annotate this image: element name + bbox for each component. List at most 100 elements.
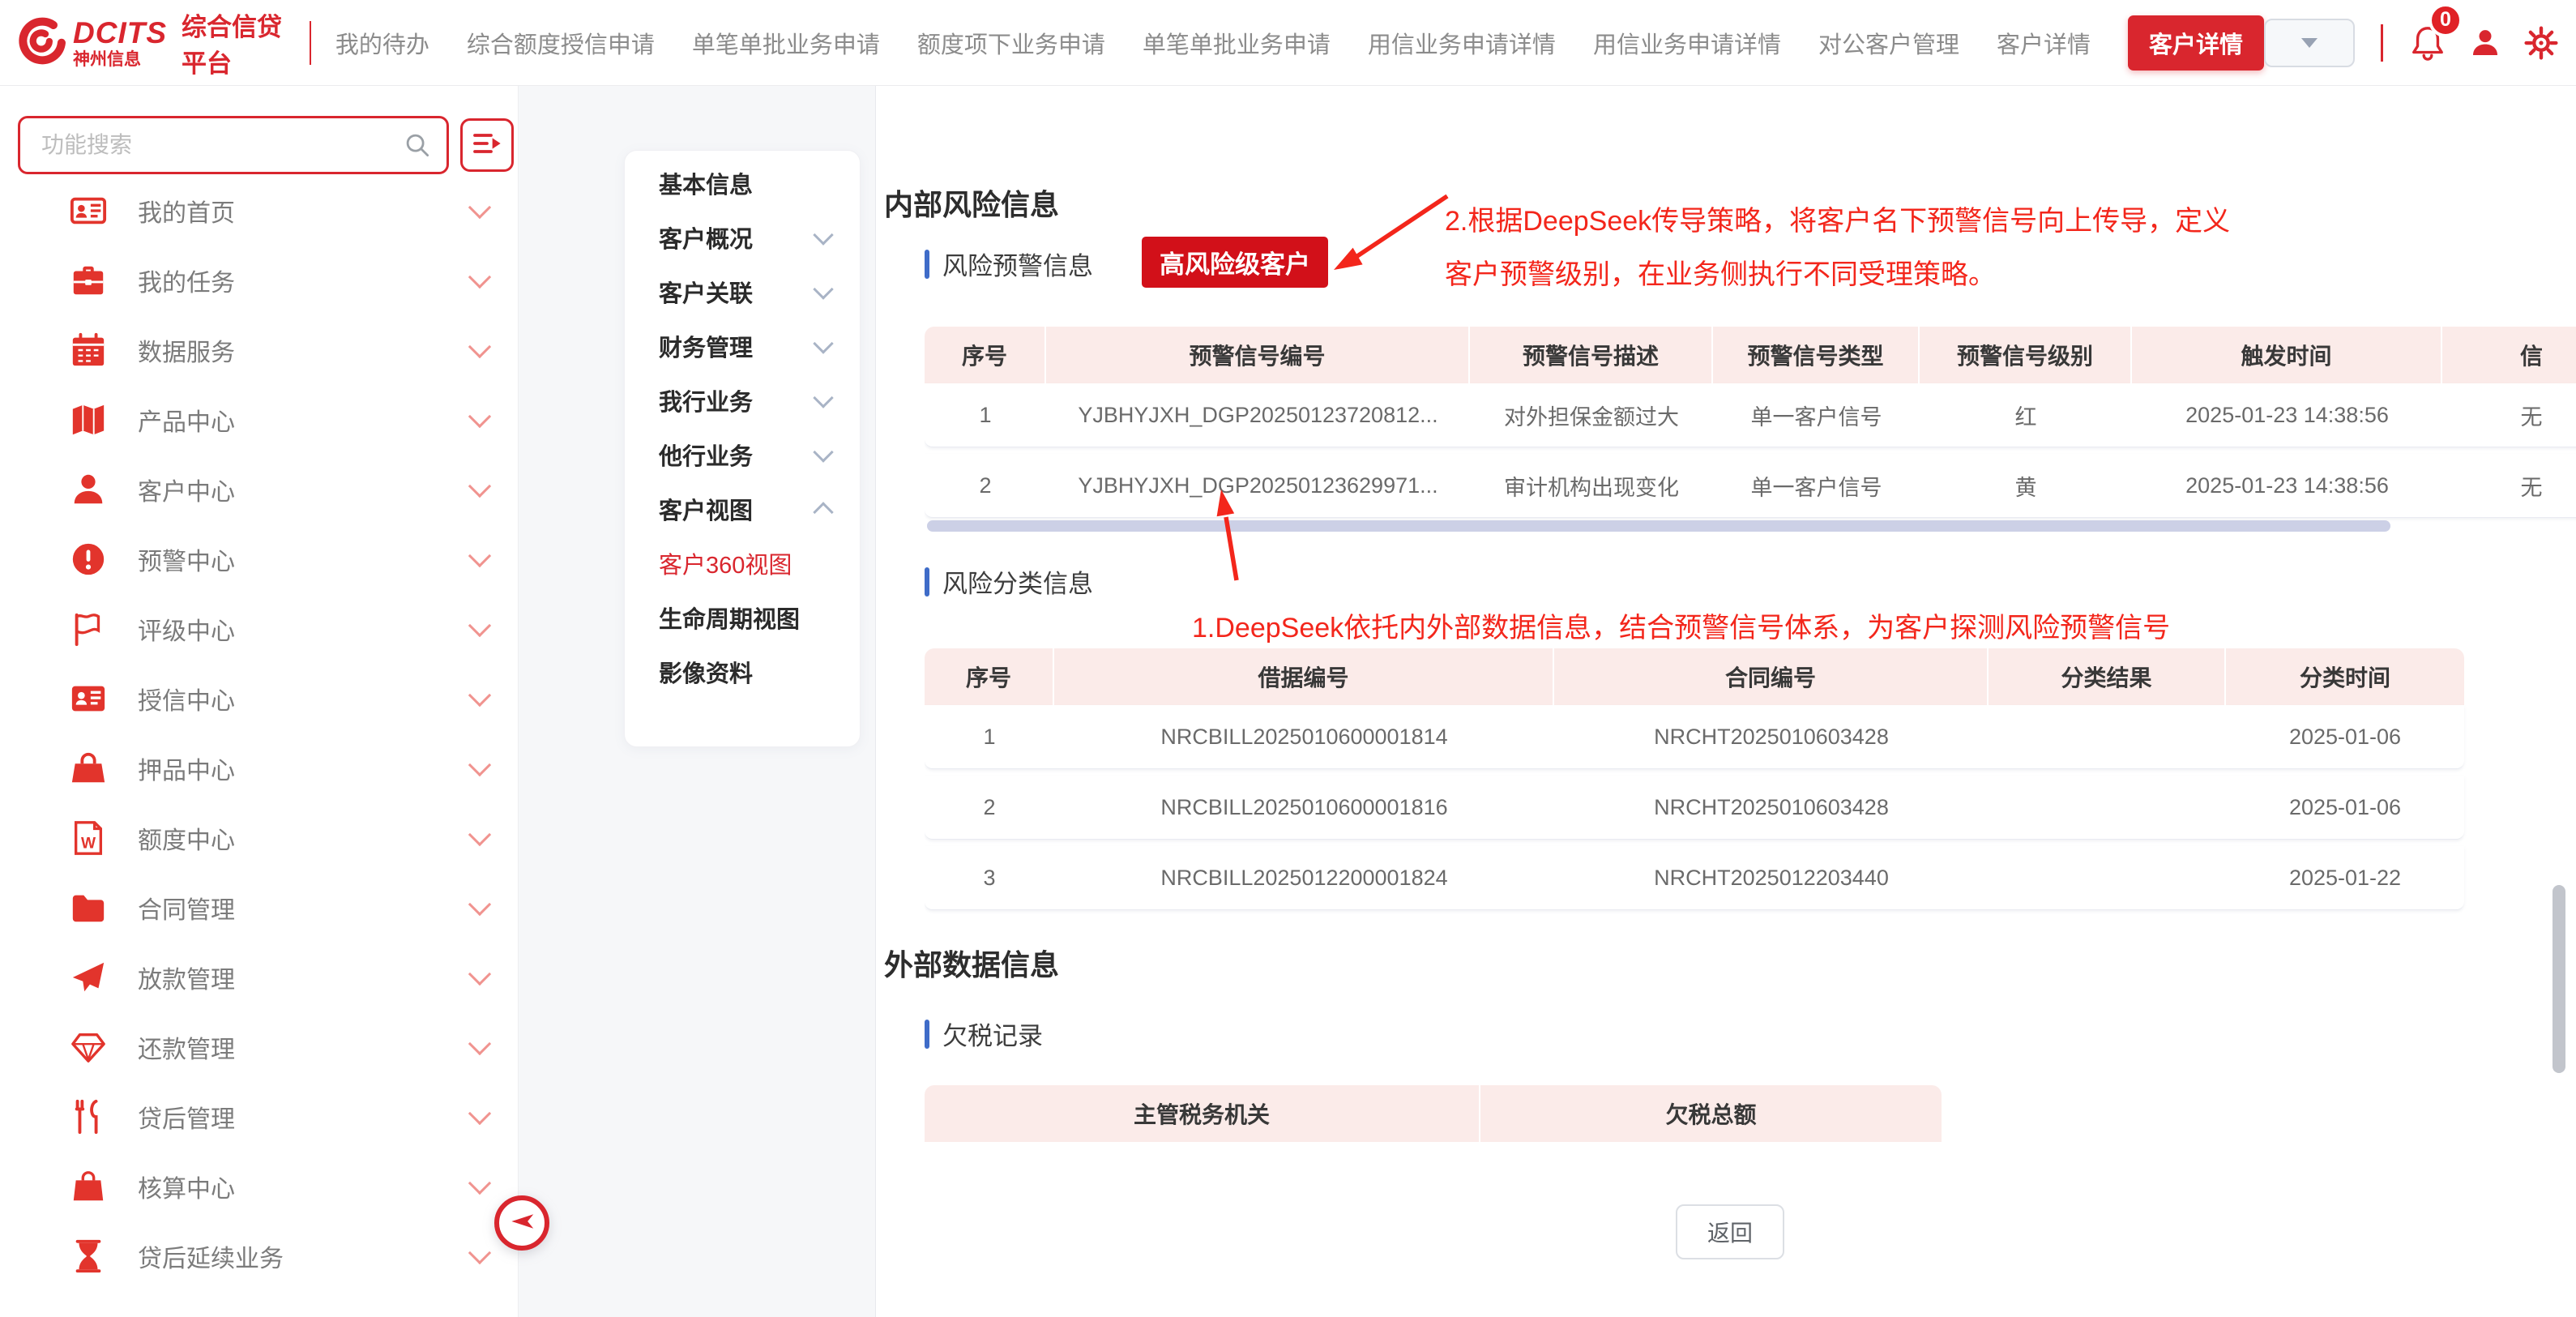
table-cell: 黄 (1920, 454, 2132, 517)
nav-tab-9[interactable]: 客户详情 (2128, 15, 2264, 71)
sidebar-item[interactable]: 我的任务 (0, 246, 519, 315)
chevron-down-icon (468, 405, 491, 428)
subnav-item-label: 我行业务 (659, 383, 753, 417)
nav-tab-5[interactable]: 用信业务申请详情 (1368, 26, 1556, 60)
sidebar-item[interactable]: W额度中心 (0, 803, 519, 873)
table-header-cell: 合同编号 (1554, 648, 1989, 705)
subnav-item-label: 生命周期视图 (659, 601, 800, 635)
subnav-item-label: 他行业务 (659, 438, 753, 472)
hourglass-icon (70, 1238, 107, 1275)
nav-tab-0[interactable]: 我的待办 (335, 26, 429, 60)
chevron-down-icon (813, 387, 833, 408)
subnav-item[interactable]: 财务管理 (625, 319, 860, 373)
app-title: 综合信贷平台 (182, 6, 287, 79)
chevron-down-icon (813, 333, 833, 353)
sidebar-item[interactable]: 贷后管理 (0, 1082, 519, 1152)
sidebar-item-label: 我的任务 (138, 263, 235, 298)
subnav-item-label: 基本信息 (659, 166, 753, 200)
chevron-down-icon (468, 754, 491, 776)
sidebar-item-label: 数据服务 (138, 332, 235, 368)
search-icon (402, 130, 433, 160)
sidebar-item[interactable]: 数据服务 (0, 315, 519, 385)
nav-tab-7[interactable]: 对公客户管理 (1818, 26, 1959, 60)
sidebar-item[interactable]: 我的首页 (0, 176, 519, 246)
menu-collapse-button[interactable] (460, 118, 514, 172)
sidebar-item[interactable]: 核算中心 (0, 1152, 519, 1221)
notifications-button[interactable]: 0 (2409, 24, 2446, 62)
sidebar-item[interactable]: 贷后延续业务 (0, 1221, 519, 1291)
sidebar-item[interactable]: 授信中心 (0, 664, 519, 733)
subnav-item[interactable]: 我行业务 (625, 373, 860, 427)
subnav-item[interactable]: 基本信息 (625, 156, 860, 210)
subnav-item[interactable]: 客户关联 (625, 264, 860, 319)
table-row[interactable]: 2NRCBILL2025010600001816NRCHT20250106034… (925, 776, 2464, 840)
table-header-cell: 预警信号类型 (1713, 327, 1920, 383)
nav-tab-2[interactable]: 单笔单批业务申请 (692, 26, 880, 60)
table-header-row: 序号借据编号合同编号分类结果分类时间 (925, 648, 2464, 705)
sidebar-item[interactable]: 客户中心 (0, 455, 519, 524)
subnav-item[interactable]: 生命周期视图 (625, 590, 860, 644)
table-cell: 1 (925, 383, 1046, 447)
horizontal-scrollbar[interactable] (927, 520, 2390, 532)
dcits-swirl-icon (13, 14, 66, 71)
sidebar-item[interactable]: 产品中心 (0, 385, 519, 455)
sidebar-menu: 我的首页我的任务数据服务产品中心客户中心预警中心评级中心授信中心押品中心W额度中… (0, 176, 519, 1291)
table-header-cell: 主管税务机关 (925, 1085, 1480, 1142)
table-cell: 2025-01-06 (2226, 705, 2464, 768)
nav-tab-6[interactable]: 用信业务申请详情 (1593, 26, 1781, 60)
table-row[interactable]: 1NRCBILL2025010600001814NRCHT20250106034… (925, 705, 2464, 769)
settings-button[interactable] (2524, 26, 2558, 60)
annotation-arrow-up (1198, 483, 1263, 588)
chevron-down-icon (468, 545, 491, 567)
chevron-down-icon (468, 336, 491, 358)
folder-icon (70, 889, 107, 926)
sidebar-item[interactable]: 还款管理 (0, 1012, 519, 1082)
nav-tab-3[interactable]: 额度项下业务申请 (917, 26, 1105, 60)
subnav-item[interactable]: 他行业务 (625, 427, 860, 481)
tab-overflow-dropdown-button[interactable] (2264, 19, 2355, 67)
sidebar-item[interactable]: 放款管理 (0, 943, 519, 1012)
table-cell: 2025-01-23 14:38:56 (2132, 383, 2442, 447)
handbag-icon (70, 750, 107, 787)
doc-w-icon: W (70, 819, 107, 857)
subnav-item[interactable]: 客户360视图 (625, 536, 860, 590)
table-cell: NRCHT2025010603428 (1554, 776, 1989, 839)
table-cell (1989, 705, 2226, 768)
sidebar-item[interactable]: 评级中心 (0, 594, 519, 664)
utensils-icon (70, 1098, 107, 1135)
table-header-cell: 信 (2442, 327, 2576, 383)
table-header-cell: 欠税总额 (1480, 1085, 1942, 1142)
chevron-down-icon (813, 442, 833, 462)
credit-platform-app: DCITS 神州信息 综合信贷平台 我的待办综合额度授信申请单笔单批业务申请额度… (0, 0, 2576, 1317)
table-cell (1989, 776, 2226, 839)
nav-tab-1[interactable]: 综合额度授信申请 (467, 26, 655, 60)
user-profile-button[interactable] (2469, 27, 2501, 59)
risk-class-table: 序号借据编号合同编号分类结果分类时间1NRCBILL20250106000018… (925, 648, 2472, 917)
table-row[interactable]: 3NRCBILL2025012200001824NRCHT20250122034… (925, 846, 2464, 910)
sidebar-collapse-button[interactable] (494, 1195, 549, 1251)
section-bar (925, 1020, 929, 1049)
nav-tab-8[interactable]: 客户详情 (1997, 26, 2091, 60)
sidebar-item[interactable]: 预警中心 (0, 524, 519, 594)
sidebar-item[interactable]: 合同管理 (0, 873, 519, 943)
search-input[interactable] (18, 116, 449, 174)
risk-warning-section-title: 风险预警信息 (925, 246, 1093, 282)
section-bar (925, 567, 929, 596)
paper-plane-icon (70, 959, 107, 996)
vertical-scrollbar[interactable] (2553, 885, 2565, 1073)
header-right-controls: 0 (2264, 19, 2576, 67)
subnav-item[interactable]: 影像资料 (625, 644, 860, 699)
table-cell: NRCBILL2025010600001816 (1054, 776, 1554, 839)
table-row[interactable]: 1YJBHYJXH_DGP20250123720812...对外担保金额过大单一… (925, 383, 2576, 447)
nav-tab-4[interactable]: 单笔单批业务申请 (1143, 26, 1331, 60)
sidebar-item-label: 客户中心 (138, 472, 235, 507)
subnav-item[interactable]: 客户概况 (625, 210, 860, 264)
table-header-cell: 分类结果 (1989, 648, 2226, 705)
top-header: DCITS 神州信息 综合信贷平台 我的待办综合额度授信申请单笔单批业务申请额度… (0, 0, 2576, 86)
product-book-icon (70, 401, 107, 438)
sidebar-item[interactable]: 押品中心 (0, 733, 519, 803)
shopping-bag-icon (70, 1168, 107, 1205)
subnav-item[interactable]: 客户视图 (625, 481, 860, 536)
back-button[interactable]: 返回 (1676, 1204, 1784, 1259)
table-row[interactable]: 2YJBHYJXH_DGP20250123629971...审计机构出现变化单一… (925, 454, 2576, 518)
